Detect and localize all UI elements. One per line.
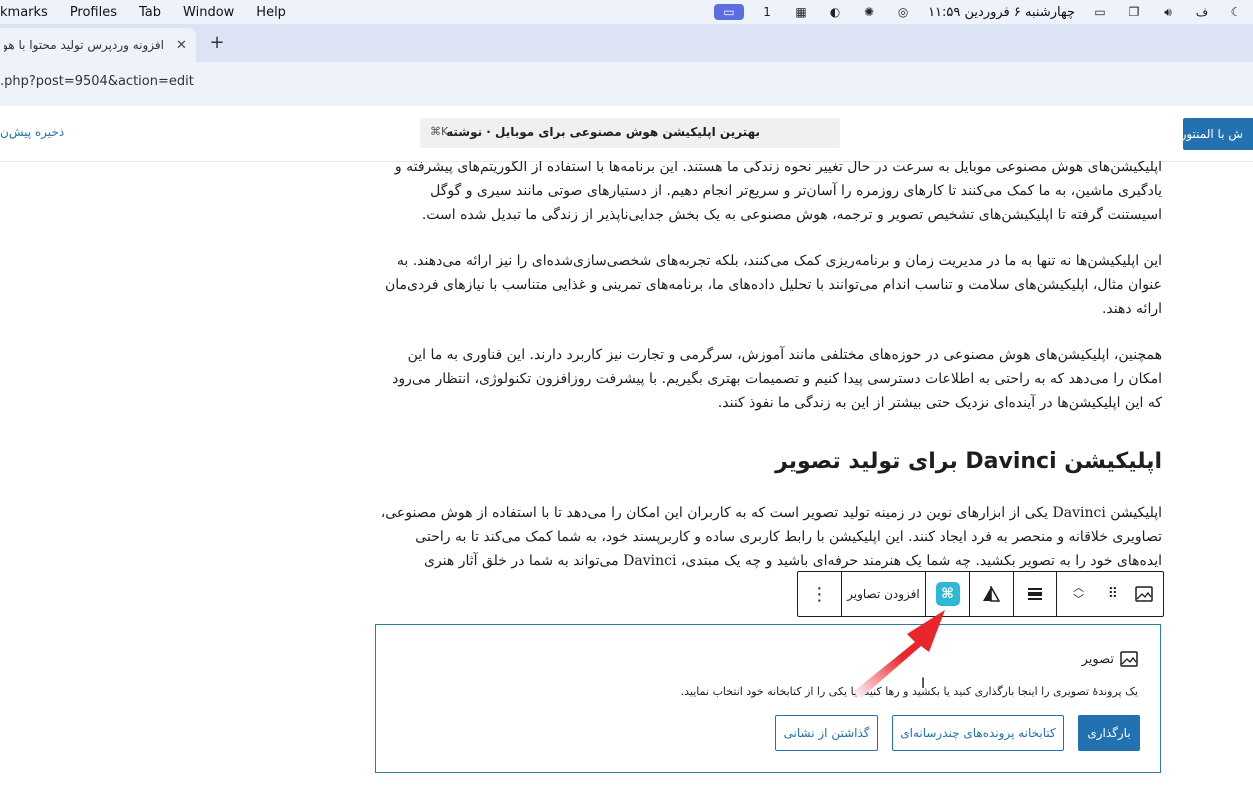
menu-bookmarks[interactable]: kmarks (0, 5, 48, 20)
chevron-down-icon[interactable]: ﹀ (1073, 594, 1084, 606)
image-icon (1120, 651, 1138, 667)
paragraph-4[interactable]: اپلیکیشن Davinci یکی از ابزارهای نوین در… (376, 501, 1162, 573)
paragraph-1[interactable]: اپلیکیشن‌های هوش مصنوعی موبایل به سرعت د… (376, 161, 1162, 227)
media-library-button[interactable]: کتابخانه پرونده‌های چندرسانه‌ای (892, 715, 1064, 751)
menu-bar-left: kmarks Profiles Tab Window Help (0, 0, 308, 24)
close-icon[interactable]: ✕ (176, 38, 187, 53)
image-icon (1135, 586, 1154, 602)
paragraph-3[interactable]: همچنین، اپلیکیشن‌های هوش مصنوعی در حوزه‌… (376, 343, 1162, 415)
drag-handle-icon[interactable]: ⠿ (1100, 572, 1126, 616)
section-heading[interactable]: اپلیکیشن Davinci برای تولید تصویر (376, 449, 1162, 474)
paragraph-2[interactable]: این اپلیکیشن‌ها نه تنها به ما در مدیریت … (376, 249, 1162, 321)
menu-profiles[interactable]: Profiles (70, 5, 117, 20)
shortcut-hint: ⌘K (430, 125, 449, 138)
menu-help[interactable]: Help (256, 5, 286, 20)
display-icon[interactable]: ▭ (1089, 4, 1111, 20)
image-block-title: تصویر (1081, 651, 1114, 667)
block-type-button[interactable] (1126, 572, 1163, 616)
url-text[interactable]: .php?post=9504&action=edit (0, 74, 194, 89)
grid-icon[interactable]: ▦ (790, 4, 812, 20)
duotone-icon (983, 586, 1001, 602)
notification-badge-icon[interactable]: 1 (756, 4, 778, 20)
screen-record-icon[interactable]: ▭ (714, 4, 745, 20)
new-tab-button[interactable]: + (207, 32, 227, 53)
tab-title: افزونه وردپرس تولید محتوا با هوش (4, 38, 164, 52)
save-draft-button[interactable]: ذخیره پیش‌ن (0, 125, 64, 139)
text-cursor-icon: I (921, 676, 926, 692)
openai-icon[interactable]: ✺ (858, 4, 880, 20)
upload-button[interactable]: بارگذاری (1078, 715, 1140, 751)
language-indicator-icon[interactable]: ف (1191, 4, 1213, 20)
annotation-arrow-icon (853, 610, 945, 698)
moon-icon[interactable]: ☾ (1225, 4, 1247, 20)
address-bar[interactable]: .php?post=9504&action=edit (0, 62, 1253, 107)
move-buttons[interactable]: ︿ ﹀ (1057, 572, 1100, 616)
menu-bar: kmarks Profiles Tab Window Help ▭ 1 ▦ ◐ … (0, 0, 1253, 24)
menu-window[interactable]: Window (183, 5, 234, 20)
menu-bar-right: ▭ 1 ▦ ◐ ✺ ◎ چهارشنبه ۶ فروردین ۱۱:۵۹ ▭ ❐… (708, 0, 1253, 24)
align-button[interactable] (1014, 572, 1058, 616)
image-block-placeholder[interactable]: تصویر یک پروندهٔ تصویری را اینجا بارگذار… (375, 624, 1161, 773)
browser-tab[interactable]: افزونه وردپرس تولید محتوا با هوش ✕ (0, 28, 196, 62)
command-bar[interactable]: بهترین اپلیکیشن هوش مصنوعی برای موبایل ·… (420, 118, 840, 148)
document-title: بهترین اپلیکیشن هوش مصنوعی برای موبایل ·… (446, 125, 760, 139)
menu-tab[interactable]: Tab (139, 5, 161, 20)
menu-clock[interactable]: چهارشنبه ۶ فروردین ۱۱:۵۹ (928, 5, 1075, 20)
volume-icon[interactable]: 🔊︎ (1157, 4, 1179, 20)
insert-from-url-button[interactable]: گذاشتن از نشانی (775, 715, 878, 751)
windows-icon[interactable]: ❐ (1123, 4, 1145, 20)
yinyang-icon[interactable]: ◐ (824, 4, 846, 20)
language-icon[interactable]: ◎ (892, 4, 914, 20)
align-icon (1027, 588, 1042, 600)
elementor-button[interactable]: ش با المنتور (1183, 118, 1253, 150)
tab-strip: افزونه وردپرس تولید محتوا با هوش ✕ + (0, 24, 1253, 62)
more-options-button[interactable]: ⋮ (798, 572, 842, 616)
duotone-button[interactable] (970, 572, 1014, 616)
editor-header: ذخیره پیش‌ن بهترین اپلیکیشن هوش مصنوعی ب… (0, 106, 1253, 162)
image-block-label: تصویر (1082, 651, 1138, 667)
